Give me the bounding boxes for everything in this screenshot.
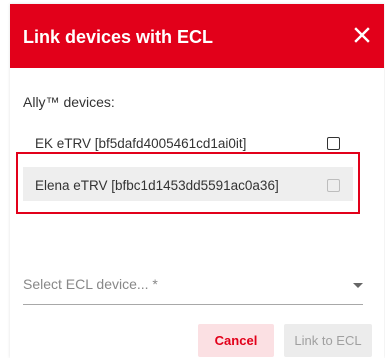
device-label: Elena eTRV [bfbc1d1453dd5591ac0a36] [35,178,279,193]
ecl-select-placeholder: Select ECL device... * [23,276,158,292]
ally-devices-label: Ally™ devices: [23,94,115,110]
chevron-down-icon [353,283,363,288]
link-to-ecl-button: Link to ECL [284,324,372,357]
close-icon[interactable] [354,27,370,43]
device-row-elena-etrv: Elena eTRV [bfbc1d1453dd5591ac0a36] [23,167,353,201]
ecl-device-select[interactable]: Select ECL device... * [23,268,363,305]
device-row-ek-etrv[interactable]: EK eTRV [bf5dafd4005461cd1ai0it] [23,127,353,161]
device-checkbox [327,179,340,192]
dialog-header: Link devices with ECL [10,4,384,68]
device-label: EK eTRV [bf5dafd4005461cd1ai0it] [35,136,247,151]
device-checkbox[interactable] [327,137,340,150]
cancel-button[interactable]: Cancel [198,324,274,357]
dialog-title: Link devices with ECL [23,27,214,47]
